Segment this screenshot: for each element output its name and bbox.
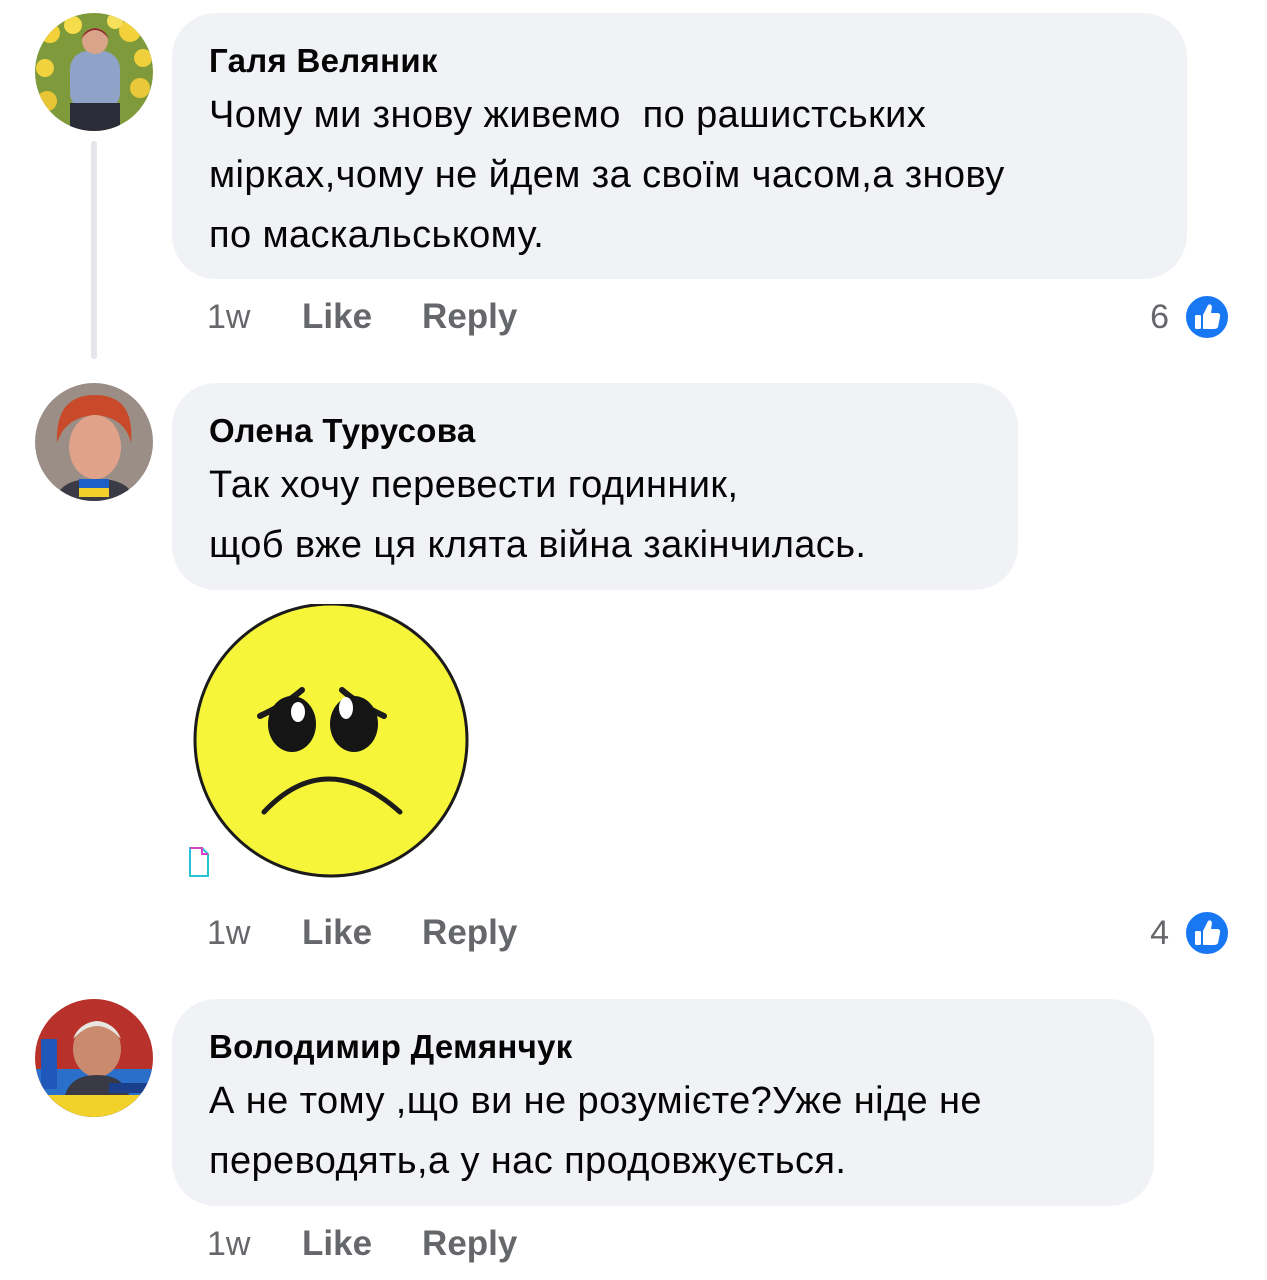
thread-connector-line [91, 141, 97, 359]
reply-button[interactable]: Reply [422, 297, 517, 337]
avatar-photo [35, 999, 153, 1117]
comment-actions: 1w Like Reply [207, 1222, 567, 1266]
avatar-photo [35, 383, 153, 501]
thumbs-up-icon [1184, 910, 1230, 956]
reaction-summary[interactable]: 4 [1150, 907, 1231, 959]
like-button[interactable]: Like [302, 1224, 372, 1264]
sad-face-sticker[interactable] [186, 604, 476, 894]
like-button[interactable]: Like [302, 913, 372, 953]
reaction-summary[interactable]: 6 [1150, 291, 1231, 343]
thumbs-up-icon [1184, 294, 1230, 340]
comment-author[interactable]: Олена Турусова [209, 411, 984, 451]
avatar-photo [35, 13, 153, 131]
avatar[interactable] [35, 999, 153, 1117]
avatar[interactable] [35, 383, 153, 501]
comment-timestamp[interactable]: 1w [207, 1225, 302, 1264]
comment-text: А не тому ,що ви не розумієте?Уже ніде н… [209, 1080, 982, 1182]
comment-text: Чому ми знову живемо по рашистських мірк… [209, 94, 1005, 256]
avatar[interactable] [35, 13, 153, 131]
comment-actions: 1w Like Reply [207, 911, 567, 955]
reaction-count: 6 [1150, 297, 1169, 336]
comment-bubble: Володимир Демянчук А не тому ,що ви не р… [172, 999, 1154, 1206]
comment-actions: 1w Like Reply [207, 295, 567, 339]
comment-bubble: Галя Веляник Чому ми знову живемо по раш… [172, 13, 1187, 279]
comment-timestamp[interactable]: 1w [207, 914, 302, 953]
comment-bubble: Олена Турусова Так хочу перевести годинн… [172, 383, 1018, 590]
comment-author[interactable]: Володимир Демянчук [209, 1027, 1120, 1067]
reply-button[interactable]: Reply [422, 913, 517, 953]
reply-button[interactable]: Reply [422, 1224, 517, 1264]
like-button[interactable]: Like [302, 297, 372, 337]
comment-timestamp[interactable]: 1w [207, 298, 302, 337]
comment-author[interactable]: Галя Веляник [209, 41, 1153, 81]
comment-text: Так хочу перевести годинник, щоб вже ця … [209, 464, 867, 566]
reaction-count: 4 [1150, 913, 1169, 952]
